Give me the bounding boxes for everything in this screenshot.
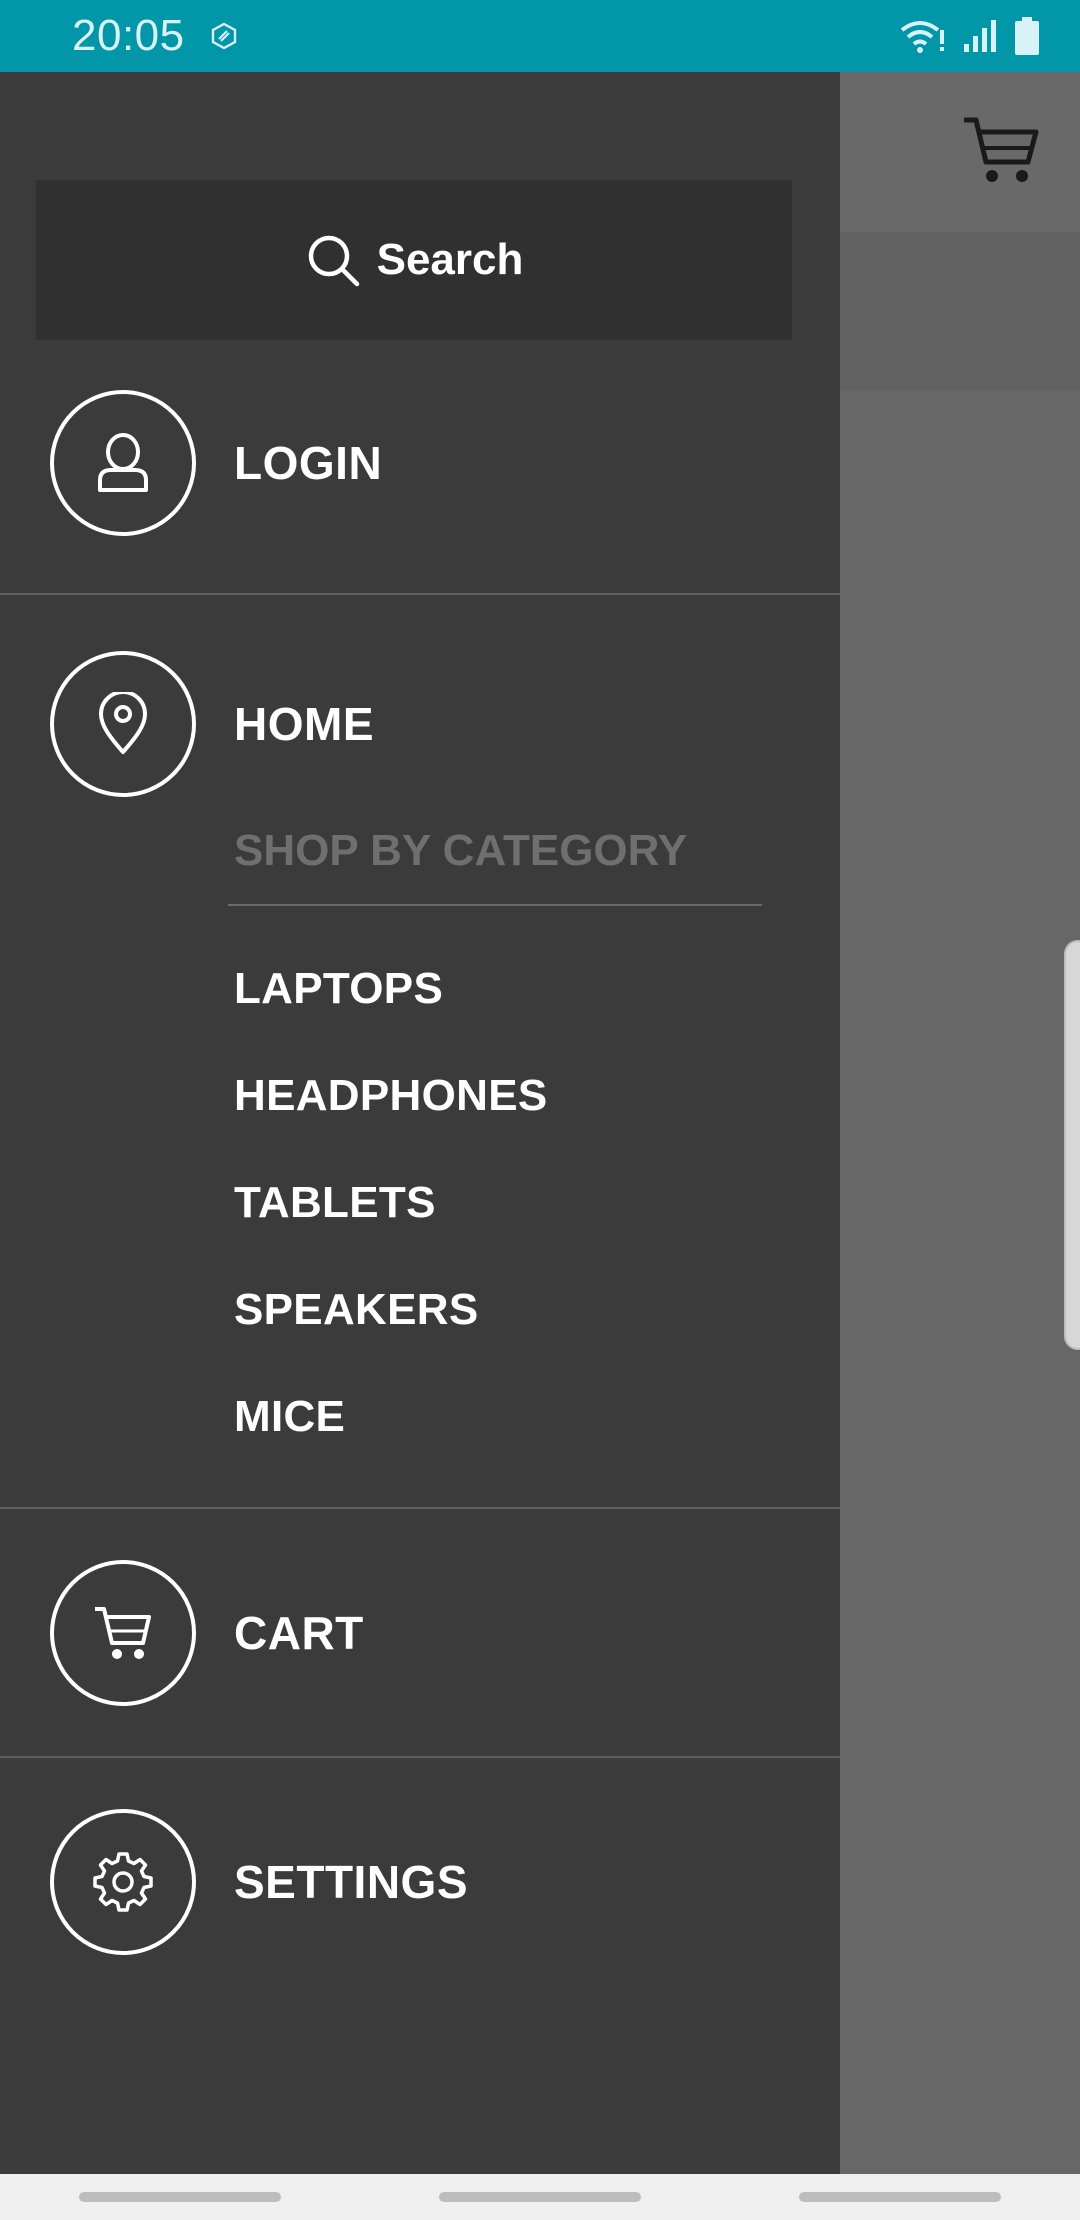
menu-label-home: HOME: [234, 698, 374, 750]
divider: [0, 1756, 840, 1758]
location-pin-icon: [99, 692, 147, 754]
divider: [0, 1507, 840, 1509]
divider: [0, 593, 840, 595]
search-button[interactable]: Search: [36, 180, 792, 340]
menu-item-settings[interactable]: SETTINGS: [0, 1809, 840, 1955]
search-icon: [308, 235, 359, 287]
cart-icon[interactable]: [962, 114, 1040, 186]
category-item-mice[interactable]: MICE: [234, 1392, 345, 1442]
signal-icon: [964, 20, 996, 52]
nav-recents-button[interactable]: [79, 2192, 281, 2202]
login-icon-circle: [50, 390, 196, 536]
settings-icon-circle: [50, 1809, 196, 1955]
nav-back-button[interactable]: [799, 2192, 1001, 2202]
wifi-icon: [900, 21, 944, 53]
status-indicators: [900, 17, 1040, 55]
menu-label-cart: CART: [234, 1607, 364, 1659]
search-label: Search: [376, 235, 524, 284]
menu-item-cart[interactable]: CART: [0, 1560, 840, 1706]
category-divider: [228, 904, 762, 906]
cart-icon-circle: [50, 1560, 196, 1706]
cart-icon: [95, 1607, 151, 1659]
status-bar: 20:05: [0, 0, 1080, 72]
user-icon: [98, 433, 148, 492]
category-item-laptops[interactable]: LAPTOPS: [234, 964, 443, 1014]
navigation-drawer: Search LOGIN HOME SHOP BY CATEGORY LAPTO…: [0, 72, 840, 2174]
home-icon-circle: [50, 651, 196, 797]
status-time: 20:05: [72, 11, 185, 60]
category-item-tablets[interactable]: TABLETS: [234, 1178, 436, 1228]
menu-label-settings: SETTINGS: [234, 1856, 469, 1908]
nav-home-button[interactable]: [439, 2192, 641, 2202]
category-item-headphones[interactable]: HEADPHONES: [234, 1071, 548, 1121]
scroll-handle[interactable]: [1064, 940, 1080, 1350]
menu-item-login[interactable]: LOGIN: [0, 390, 840, 536]
category-item-speakers[interactable]: SPEAKERS: [234, 1285, 478, 1335]
fireball-icon: [211, 22, 236, 50]
category-header: SHOP BY CATEGORY: [234, 826, 688, 875]
menu-label-login: LOGIN: [234, 437, 383, 489]
system-nav-bar: [0, 2174, 1080, 2220]
battery-icon: [1015, 17, 1039, 55]
menu-item-home[interactable]: HOME: [0, 651, 840, 797]
gear-icon: [93, 1852, 153, 1912]
